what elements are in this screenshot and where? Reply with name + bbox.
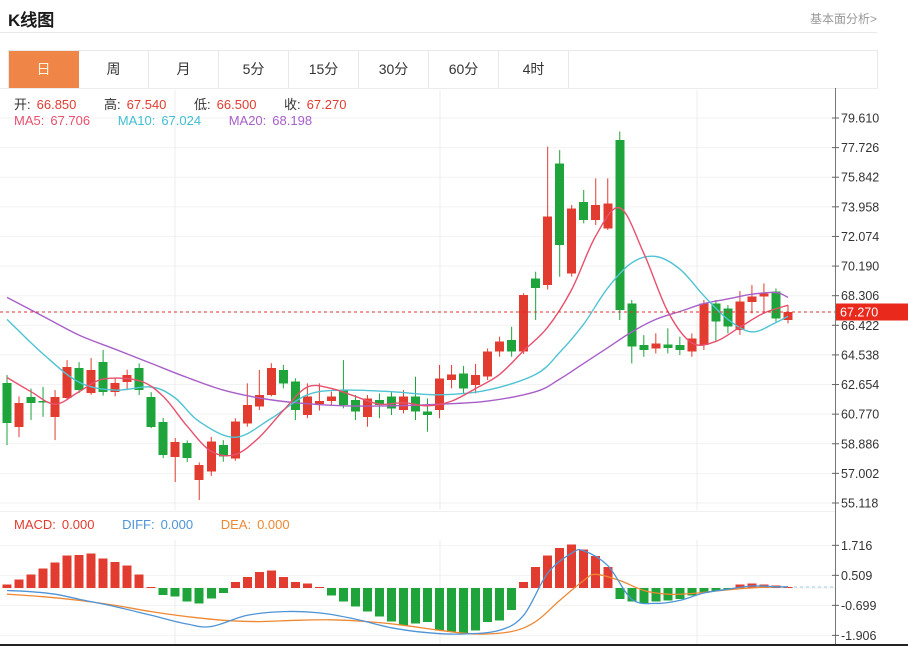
ma10-value: 67.024 [161, 113, 201, 128]
price-axis-tick: 64.538 [841, 348, 879, 362]
price-axis-tick: 73.958 [841, 200, 879, 214]
low-label: 低: [194, 97, 211, 112]
price-axis-tick: 58.886 [841, 437, 879, 451]
current-price-tag-label: 67.270 [840, 306, 878, 320]
ma20-value: 68.198 [272, 113, 312, 128]
low-value: 66.500 [217, 97, 257, 112]
price-axis-tick: 57.002 [841, 467, 879, 481]
ma5-value: 67.706 [50, 113, 90, 128]
dea-label: DEA: [221, 517, 251, 532]
ma10-label: MA10: [118, 113, 156, 128]
price-axis-tick: 60.770 [841, 408, 879, 422]
price-axis-tick: 66.422 [841, 319, 879, 333]
ma5-label: MA5: [14, 113, 44, 128]
price-axis-tick: 75.842 [841, 171, 879, 185]
diff-label: DIFF: [122, 517, 155, 532]
macd-axis-tick: 0.509 [841, 569, 872, 583]
axes [0, 88, 908, 645]
current-price-tag: 67.270 [836, 304, 908, 321]
open-value: 66.850 [37, 97, 77, 112]
price-axis-tick: 79.610 [841, 112, 879, 126]
dea-value: 0.000 [257, 517, 290, 532]
price-axis-labels: 79.610 77.726 75.842 73.958 72.074 70.190 68.3… [832, 112, 879, 643]
kline-page: K线图 基本面分析> 日周月5分15分30分60分4时 79.61077.726… [0, 0, 908, 647]
high-label: 高: [104, 97, 121, 112]
macd-axis-tick: -1.906 [841, 629, 876, 643]
ma20-label: MA20: [229, 113, 267, 128]
close-label: 收: [284, 97, 301, 112]
macd-axis-tick: -0.699 [841, 599, 876, 613]
price-axis-tick: 72.074 [841, 230, 879, 244]
macd-label: MACD: [14, 517, 56, 532]
ma-readout: MA5: 67.706 MA10: 67.024 MA20: 68.198 [14, 113, 318, 128]
gridlines [0, 90, 835, 644]
ma5-line-group [7, 207, 788, 455]
ma5-line [7, 207, 788, 455]
macd-readout: MACD: 0.000 DIFF: 0.000 DEA: 0.000 [14, 517, 296, 532]
high-value: 67.540 [127, 97, 167, 112]
open-label: 开: [14, 97, 31, 112]
macd-axis-tick: 1.716 [841, 539, 872, 553]
price-axis-tick: 62.654 [841, 378, 879, 392]
price-axis-tick: 70.190 [841, 260, 879, 274]
macd-value: 0.000 [62, 517, 95, 532]
macd-histogram [3, 545, 793, 634]
close-value: 67.270 [307, 97, 347, 112]
price-axis-tick: 55.118 [841, 496, 878, 510]
candles [3, 132, 793, 501]
price-axis-tick: 68.306 [841, 289, 879, 303]
price-axis-tick: 77.726 [841, 141, 879, 155]
ohlc-readout: 开: 66.850 高: 67.540 低: 66.500 收: 67.270 [14, 94, 352, 113]
diff-value: 0.000 [161, 517, 194, 532]
